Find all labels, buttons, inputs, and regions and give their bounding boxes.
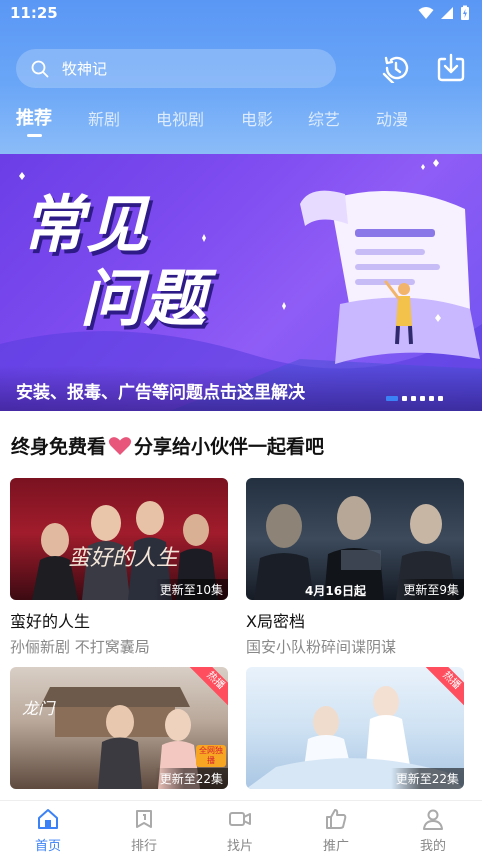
banner-title-line2: 问题 [80, 262, 209, 335]
nav-label: 首页 [34, 839, 61, 854]
search-input[interactable]: 牧神记 [62, 58, 107, 79]
wifi-icon [418, 7, 434, 19]
thumbs-up-icon [326, 809, 347, 829]
poster-date-text: 4月16日起 [305, 584, 367, 598]
episode-badge: 更新至9集 [398, 579, 464, 600]
carousel-dot [411, 396, 416, 401]
drama-poster: 龙门 全网独播 热播 更新至22集 [10, 667, 228, 789]
nav-promote[interactable]: 推广 [306, 807, 366, 854]
drama-subtitle: 国安小队粉碎间谍阴谋 [246, 638, 397, 656]
user-icon [423, 809, 443, 830]
video-camera-icon [229, 812, 251, 826]
battery-icon [461, 5, 469, 20]
tab-tv-series[interactable]: 电视剧 [156, 106, 204, 130]
carousel-dot [429, 396, 434, 401]
faq-banner[interactable]: 常见 问题 安装、报毒、广告等问题点击这里解决 [0, 154, 482, 411]
nav-ranking[interactable]: 排行 [114, 807, 174, 854]
drama-card[interactable]: 龙门 全网独播 热播 更新至22集 [10, 667, 228, 789]
share-promo-text-1: 终身免费看 [11, 436, 107, 458]
poster-title-art: 蛮好的人生 [68, 546, 179, 571]
carousel-dot [438, 396, 443, 401]
banner-caption-text: 安装、报毒、广告等问题点击这里解决 [16, 383, 305, 403]
drama-card[interactable]: 4月16日起 更新至9集 X局密档 国安小队粉碎间谍阴谋 [246, 478, 464, 657]
carousel-dot [420, 396, 425, 401]
search-bar[interactable]: 牧神记 [16, 49, 336, 88]
drama-title: X局密档 [246, 612, 305, 631]
tab-movies[interactable]: 电影 [241, 106, 273, 130]
tab-new-series[interactable]: 新剧 [88, 106, 120, 130]
search-icon [31, 60, 49, 77]
drama-poster: 热播 更新至22集 [246, 667, 464, 789]
share-promo-title[interactable]: 终身免费看 分享给小伙伴一起看吧 [11, 432, 324, 459]
nav-label: 我的 [419, 839, 446, 854]
tab-recommend[interactable]: 推荐 [16, 104, 52, 130]
ranking-icon [136, 810, 152, 828]
share-promo-text-2: 分享给小伙伴一起看吧 [134, 436, 325, 458]
episode-badge: 更新至22集 [390, 768, 464, 789]
carousel-indicator [386, 396, 443, 401]
nav-label: 找片 [226, 839, 253, 854]
drama-poster: 蛮好的人生 更新至10集 [10, 478, 228, 600]
signal-icon [441, 7, 453, 19]
drama-card[interactable]: 蛮好的人生 更新至10集 蛮好的人生 孙俪新剧 不打窝囊局 [10, 478, 228, 657]
tab-variety[interactable]: 综艺 [308, 106, 340, 130]
heart-icon [108, 436, 132, 455]
tab-anime[interactable]: 动漫 [376, 106, 408, 130]
exclusive-badge: 全网独播 [196, 745, 226, 767]
episode-badge: 更新至10集 [154, 579, 228, 600]
status-bar: 11:25 [0, 0, 482, 28]
drama-title: 蛮好的人生 [10, 612, 91, 631]
episode-badge: 更新至22集 [154, 768, 228, 789]
download-icon[interactable] [436, 53, 466, 83]
nav-label: 推广 [322, 839, 349, 854]
drama-poster: 4月16日起 更新至9集 [246, 478, 464, 600]
drama-card[interactable]: 热播 更新至22集 [246, 667, 464, 789]
banner-caption: 安装、报毒、广告等问题点击这里解决 [0, 366, 482, 411]
tab-indicator [27, 134, 42, 137]
nav-label: 排行 [130, 839, 157, 854]
drama-subtitle: 孙俪新剧 不打窝囊局 [10, 638, 150, 656]
bottom-nav: 首页 排行 找片 推广 我的 [0, 800, 482, 857]
carousel-dot [402, 396, 407, 401]
header: 11:25 牧神记 推荐 新剧 电视剧 电影 综艺 动漫 [0, 0, 482, 154]
poster-calligraphy: 龙门 [22, 699, 55, 718]
nav-home[interactable]: 首页 [18, 807, 78, 854]
home-icon [38, 809, 58, 829]
banner-title-line1: 常见 [22, 188, 151, 261]
nav-find-movies[interactable]: 找片 [210, 807, 270, 854]
carousel-dot-active [386, 396, 398, 401]
banner-title: 常见 问题 [22, 188, 208, 336]
history-icon[interactable] [381, 53, 411, 83]
nav-profile[interactable]: 我的 [403, 807, 463, 854]
status-time: 11:25 [10, 4, 58, 22]
